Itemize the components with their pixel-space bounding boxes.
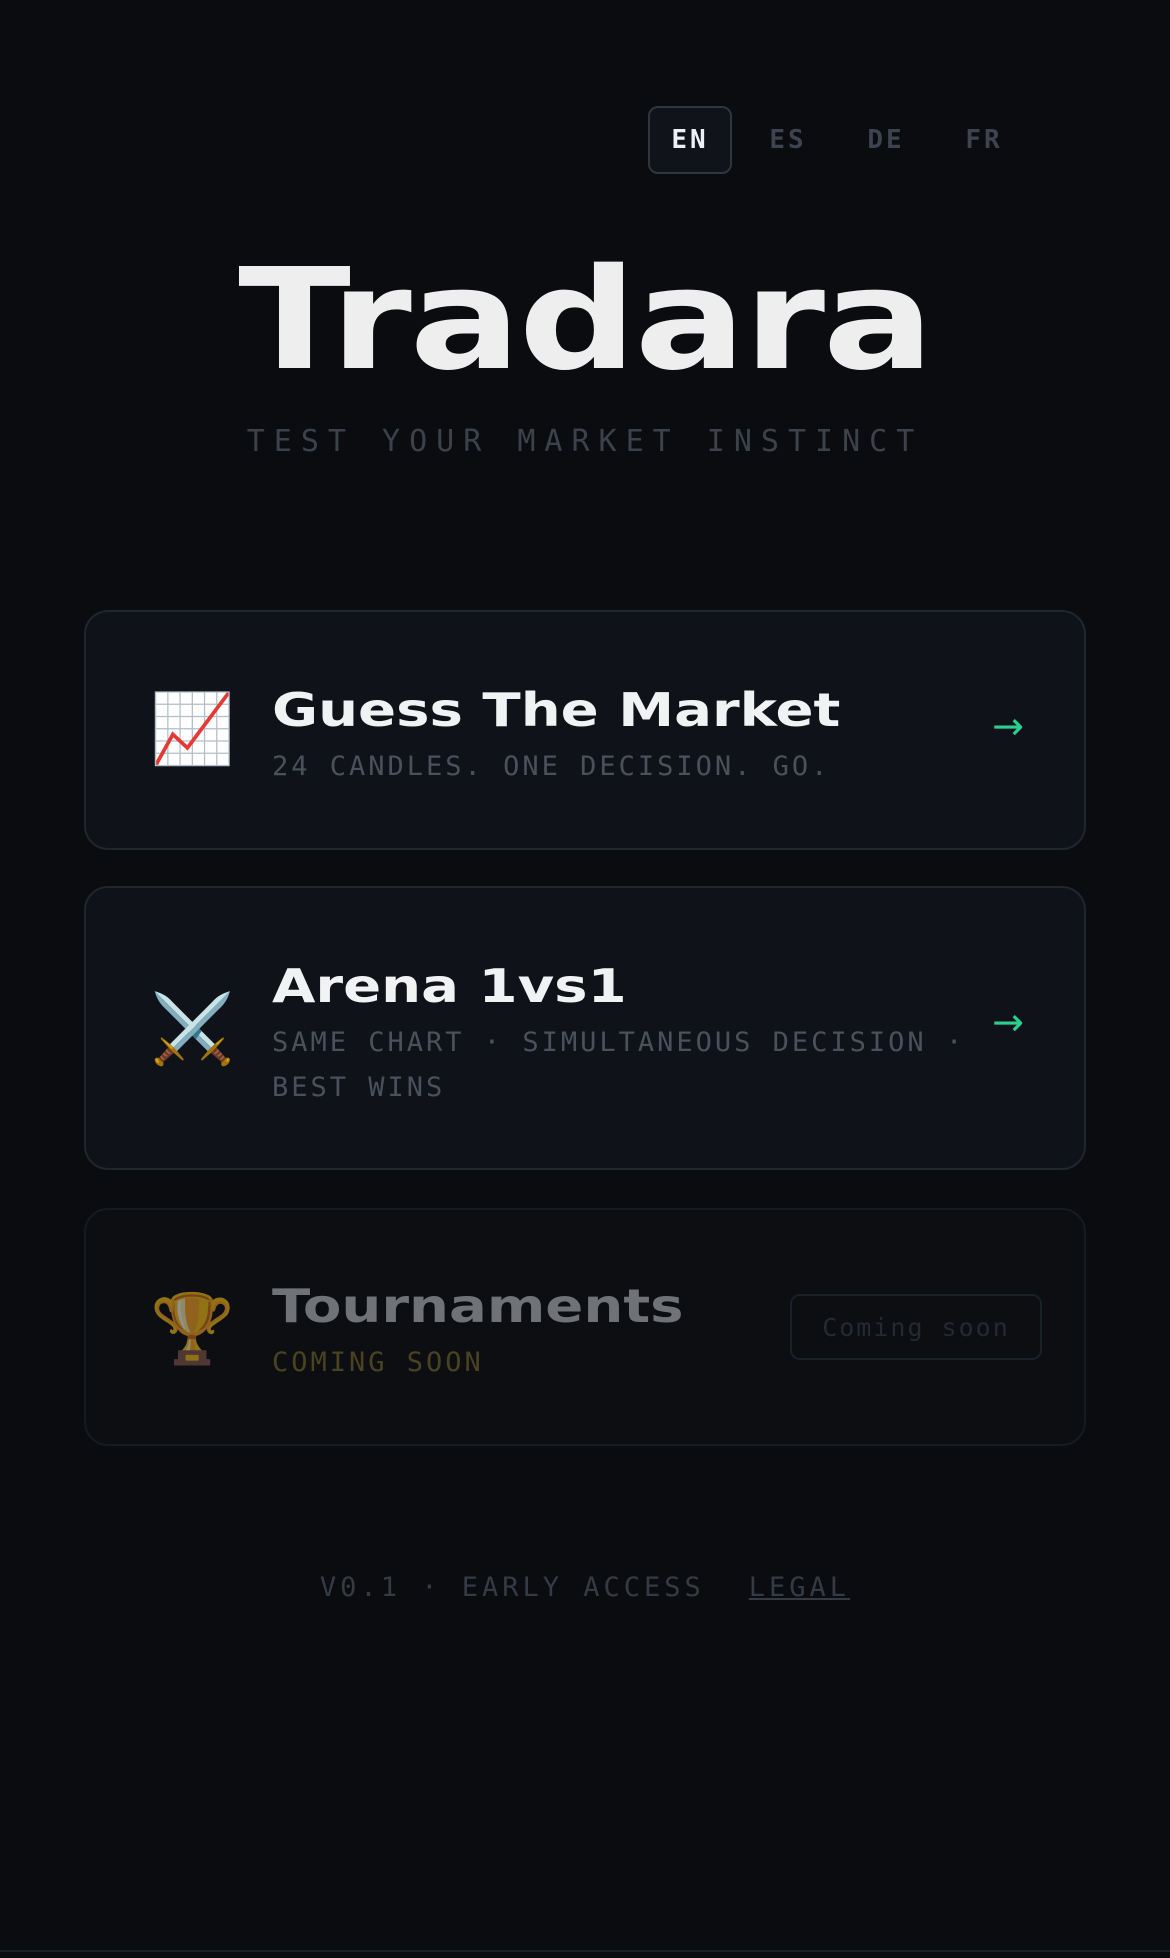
guess-the-market-card[interactable]: 📈 Guess The Market 24 CANDLES. ONE DECIS… (84, 610, 1086, 850)
app-subtitle: TEST YOUR MARKET INSTINCT (246, 424, 924, 459)
language-es-button[interactable]: ES (746, 106, 830, 174)
version-text: V0.1 · EARLY ACCESS (319, 1572, 705, 1603)
language-en-button[interactable]: EN (648, 106, 732, 174)
language-fr-button[interactable]: FR (942, 106, 1026, 174)
coming-soon-badge: Coming soon (790, 1294, 1042, 1360)
arrow-right-icon: → (992, 704, 1024, 748)
bottom-divider (0, 1950, 1170, 1952)
trophy-icon: 🏆 (150, 1290, 235, 1369)
card-description: SAME CHART · SIMULTANEOUS DECISION · BES… (272, 1027, 966, 1103)
tournaments-card: 🏆 Tournaments COMING SOON Coming soon (84, 1208, 1086, 1446)
card-title: Arena 1vs1 (272, 959, 627, 1013)
language-switcher: EN ES DE FR (648, 106, 1026, 174)
card-description: 24 CANDLES. ONE DECISION. GO. (272, 751, 831, 782)
arena-1vs1-card[interactable]: ⚔️ Arena 1vs1 SAME CHART · SIMULTANEOUS … (84, 886, 1086, 1170)
legal-link[interactable]: LEGAL (749, 1572, 850, 1603)
card-title: Guess The Market (272, 683, 841, 737)
crossed-swords-icon: ⚔️ (150, 990, 235, 1069)
chart-increasing-icon: 📈 (150, 690, 235, 769)
app-title: Tradara (238, 239, 934, 402)
language-de-button[interactable]: DE (844, 106, 928, 174)
card-title: Tournaments (272, 1279, 684, 1333)
arrow-right-icon: → (992, 1000, 1024, 1044)
footer: V0.1 · EARLY ACCESS LEGAL (0, 1572, 1170, 1603)
card-description: COMING SOON (272, 1347, 484, 1378)
